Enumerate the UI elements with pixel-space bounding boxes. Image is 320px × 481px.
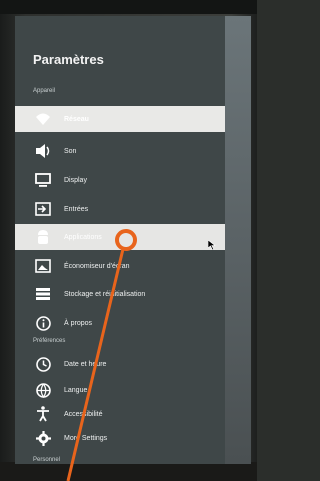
menu-item-label: Display xyxy=(64,176,87,184)
menu-item-label: Accessibilité xyxy=(64,410,103,418)
gear-icon xyxy=(35,430,51,446)
background-content xyxy=(225,16,251,464)
bezel-top xyxy=(0,0,257,14)
section-header-preferences: Préférences xyxy=(33,338,66,344)
menu-item-accessibilite[interactable]: Accessibilité xyxy=(15,401,225,427)
menu-item-son[interactable]: Son xyxy=(15,138,225,164)
menu-item-label: Applications xyxy=(64,233,102,241)
menu-item-label: Stockage et réinitialisation xyxy=(64,290,146,298)
monitor-icon xyxy=(35,172,51,188)
wifi-icon xyxy=(35,111,51,127)
settings-panel: Paramètres Appareil Réseau Son Display E xyxy=(15,16,225,464)
menu-item-label: Langue xyxy=(64,386,88,394)
input-icon xyxy=(35,201,51,217)
menu-item-label: Entrées xyxy=(64,205,89,213)
android-icon xyxy=(35,229,51,245)
screensaver-icon xyxy=(35,258,51,274)
menu-item-label: À propos xyxy=(64,319,93,327)
section-header-personnel: Personnel xyxy=(33,457,61,463)
menu-item-stockage[interactable]: Stockage et réinitialisation xyxy=(15,281,225,307)
page-title: Paramètres xyxy=(33,52,104,67)
bezel-bottom xyxy=(0,462,257,481)
globe-icon xyxy=(35,382,51,398)
mouse-cursor-icon xyxy=(207,237,216,255)
menu-item-label: Son xyxy=(64,147,77,155)
menu-item-more-settings[interactable]: More Settings xyxy=(15,425,225,451)
menu-item-label: Réseau xyxy=(64,115,89,123)
menu-item-date-heure[interactable]: Date et heure xyxy=(15,351,225,377)
accessibility-icon xyxy=(35,406,51,422)
menu-item-langue[interactable]: Langue xyxy=(15,377,225,403)
menu-item-label: Date et heure xyxy=(64,360,107,368)
info-icon xyxy=(35,315,51,331)
menu-item-economiseur[interactable]: Économiseur d'écran xyxy=(15,253,225,279)
menu-item-label: More Settings xyxy=(64,434,108,442)
menu-item-label: Économiseur d'écran xyxy=(64,262,130,270)
tv-screen: Paramètres Appareil Réseau Son Display E xyxy=(15,16,251,464)
menu-item-a-propos[interactable]: À propos xyxy=(15,310,225,336)
menu-item-display[interactable]: Display xyxy=(15,167,225,193)
storage-icon xyxy=(35,286,51,302)
menu-item-applications[interactable]: Applications xyxy=(15,224,225,250)
menu-item-entrees[interactable]: Entrées xyxy=(15,196,225,222)
section-header-appareil: Appareil xyxy=(33,88,56,94)
menu-item-reseau[interactable]: Réseau xyxy=(15,106,225,132)
clock-icon xyxy=(35,356,51,372)
speaker-icon xyxy=(35,143,51,159)
